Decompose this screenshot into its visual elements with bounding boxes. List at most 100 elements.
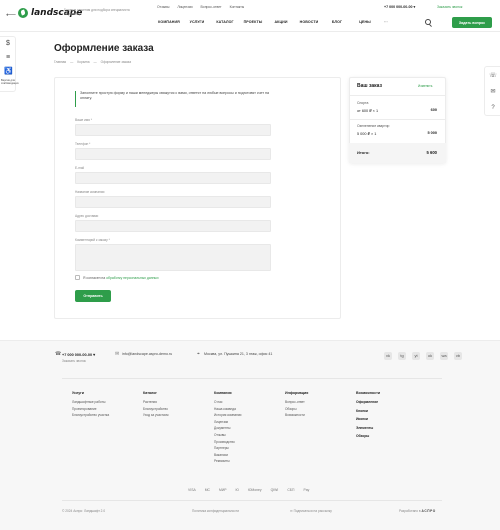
name-input[interactable]: [75, 124, 271, 136]
footer-callback-link[interactable]: Заказать звонок: [62, 359, 86, 363]
phone-icon[interactable]: ☏: [489, 72, 497, 80]
nav-projects[interactable]: ПРОЕКТЫ: [239, 20, 267, 24]
footer-link[interactable]: История компании: [214, 413, 241, 417]
ask-question-button[interactable]: Задать вопрос: [452, 17, 492, 28]
search-icon[interactable]: [425, 19, 431, 25]
breadcrumb-cart[interactable]: Корзина: [77, 60, 89, 64]
nav-company[interactable]: КОМПАНИЯ: [155, 20, 183, 24]
filter-icon[interactable]: ≡: [4, 54, 12, 62]
footer-link[interactable]: Отзывы: [214, 433, 241, 437]
vk-icon[interactable]: vk: [384, 352, 392, 360]
telegram-icon[interactable]: tg: [398, 352, 406, 360]
top-link-reviews[interactable]: Отзывы: [157, 5, 169, 9]
footer-link[interactable]: Проектирование: [72, 407, 109, 411]
privacy-link[interactable]: Политика конфиденциальности: [192, 509, 239, 513]
nav-blog[interactable]: БЛОГ: [323, 20, 351, 24]
footer-link[interactable]: Элементы: [356, 426, 380, 430]
breadcrumb-home[interactable]: Главная: [54, 60, 66, 64]
footer-link[interactable]: Документы: [214, 426, 241, 430]
footer-link[interactable]: Благоустройство: [143, 407, 168, 411]
nav-more[interactable]: ···: [379, 20, 393, 24]
nav-prices[interactable]: ЦЕНЫ: [351, 20, 379, 24]
footer-link[interactable]: Вопрос-ответ: [285, 400, 308, 404]
summary-edit-link[interactable]: Изменить: [418, 84, 432, 88]
footer-col-catalog: Каталог Растения Благоустройство Уход за…: [143, 391, 168, 417]
breadcrumb-separator: —: [93, 60, 97, 64]
consent-text: Я согласен на обработку персональных дан…: [83, 276, 159, 280]
email-input[interactable]: [75, 172, 271, 184]
header-callback-link[interactable]: Заказать звонок: [437, 5, 462, 9]
whatsapp-icon[interactable]: wa: [440, 352, 448, 360]
chat-icon[interactable]: ✉: [489, 88, 497, 96]
footer-link[interactable]: Оформление: [356, 400, 380, 404]
footer-col-title[interactable]: Компания: [214, 391, 241, 395]
currency-icon[interactable]: $: [4, 40, 12, 48]
total-label: Итого:: [357, 150, 370, 155]
footer-link[interactable]: Уход за участком: [143, 413, 168, 417]
sbp-icon: СБП: [287, 488, 295, 492]
company-input[interactable]: [75, 196, 271, 208]
footer-link[interactable]: Возможности: [285, 413, 308, 417]
footer-link[interactable]: Кнопки: [356, 409, 380, 413]
footer-link[interactable]: Растения: [143, 400, 168, 404]
comment-textarea[interactable]: [75, 244, 271, 271]
footer-link[interactable]: Обзоры: [356, 434, 380, 438]
qiwi-icon: QIWI: [270, 488, 279, 492]
top-link-faq[interactable]: Вопрос-ответ: [201, 5, 222, 9]
total-value: 5 600: [426, 150, 437, 155]
nav-catalog[interactable]: КАТАЛОГ: [211, 20, 239, 24]
nav-news[interactable]: НОВОСТИ: [295, 20, 323, 24]
header-phone[interactable]: +7 000 000-00-00 ▾: [384, 5, 415, 9]
copyright: © 2024 Аспро: Ландшафт 2.0: [62, 509, 106, 513]
footer-link[interactable]: Лицензии: [214, 420, 241, 424]
footer-link[interactable]: Ландшафтные работы: [72, 400, 109, 404]
footer-link[interactable]: Вакансии: [214, 453, 241, 457]
footer-link[interactable]: О нас: [214, 400, 241, 404]
subscribe-link[interactable]: ✉ Подписаться на рассылку: [290, 509, 332, 513]
footer-link[interactable]: Партнеры: [214, 446, 241, 450]
odnoklassniki-icon[interactable]: ok: [426, 352, 434, 360]
consent-checkbox[interactable]: [75, 275, 80, 280]
nav-services[interactable]: УСЛУГИ: [183, 20, 211, 24]
yoomoney-icon: ЮMoney: [247, 488, 262, 492]
phone-input[interactable]: [75, 148, 271, 160]
main-nav: КОМПАНИЯ УСЛУГИ КАТАЛОГ ПРОЕКТЫ АКЦИИ НО…: [155, 20, 393, 24]
question-icon[interactable]: ?: [489, 104, 497, 112]
submit-button[interactable]: Отправить: [75, 290, 111, 302]
top-link-licenses[interactable]: Лицензии: [177, 5, 192, 9]
footer-link[interactable]: Наша команда: [214, 407, 241, 411]
back-arrow-icon[interactable]: ⟵: [6, 11, 16, 19]
footer-email[interactable]: info@landscape.aspro-demo.ru: [122, 352, 172, 356]
footer-col-company: Компания О нас Наша команда История комп…: [214, 391, 241, 463]
address-input[interactable]: [75, 220, 271, 232]
footer-phone[interactable]: +7 000 000-00-00 ▾: [62, 352, 95, 357]
footer-col-title[interactable]: Информация: [285, 391, 308, 395]
footer-link[interactable]: Иконки: [356, 417, 380, 421]
footer-col-title[interactable]: Возможности: [356, 391, 380, 395]
location-icon: ⌖: [197, 351, 200, 357]
phone-icon: ☎: [55, 351, 62, 357]
email-label: E-mail: [75, 166, 85, 170]
company-label: Название компании: [75, 190, 105, 194]
consent-link[interactable]: обработку персональных данных: [106, 276, 158, 280]
footer-col-services: Услуги Ландшафтные работы Проектирование…: [72, 391, 109, 417]
footer: [0, 340, 500, 530]
visa-icon: VISA: [188, 488, 196, 492]
youtube-icon[interactable]: yt: [412, 352, 420, 360]
top-links: Отзывы Лицензии Вопрос-ответ Контакты: [157, 5, 244, 9]
developer-credit[interactable]: Разработано в АСПРО: [399, 509, 436, 513]
footer-col-title[interactable]: Каталог: [143, 391, 168, 395]
footer-link[interactable]: Благоустройство участка: [72, 413, 109, 417]
footer-link[interactable]: Реквизиты: [214, 459, 241, 463]
divider: [62, 378, 442, 379]
nav-promotions[interactable]: АКЦИИ: [267, 20, 295, 24]
viber-icon[interactable]: vb: [454, 352, 462, 360]
breadcrumb-separator: —: [70, 60, 74, 64]
footer-link[interactable]: Обзоры: [285, 407, 308, 411]
top-link-contacts[interactable]: Контакты: [230, 5, 245, 9]
accessibility-icon[interactable]: ♿: [4, 68, 13, 76]
form-intro: Заполните простую форму и наши менеджеры…: [75, 91, 275, 107]
footer-address: Москва, ул. Пушкина 21, 3 этаж, офис 41: [204, 352, 273, 356]
footer-col-title[interactable]: Услуги: [72, 391, 109, 395]
footer-link[interactable]: Производство: [214, 440, 241, 444]
